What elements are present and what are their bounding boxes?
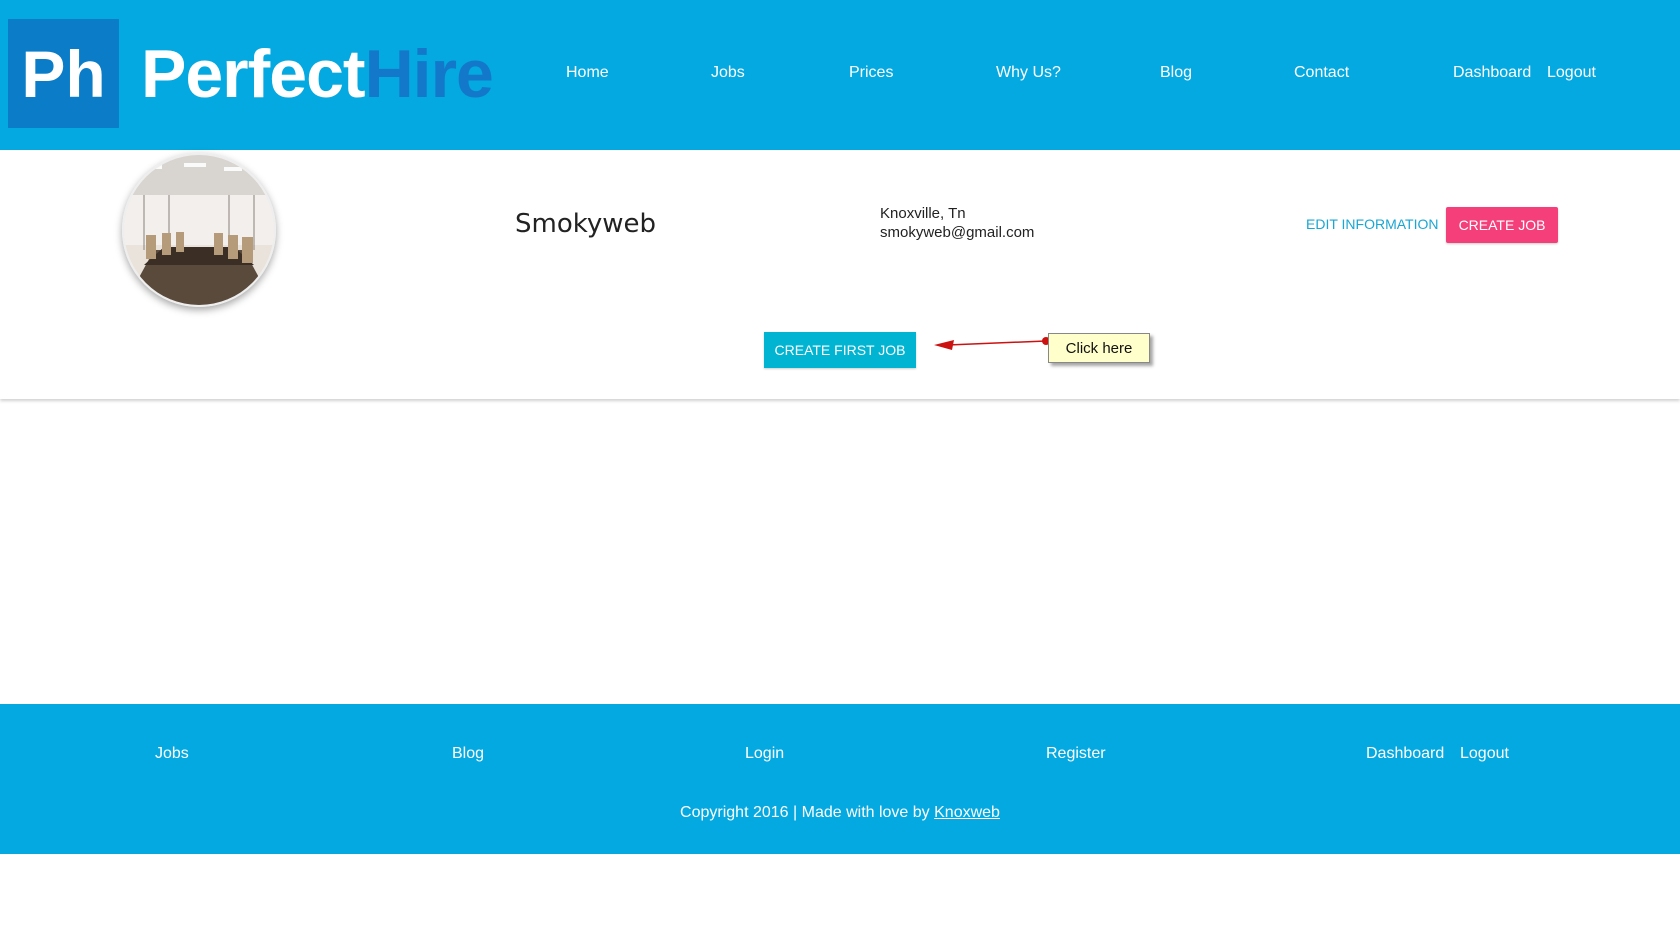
annotation-arrow-icon — [934, 337, 1050, 350]
nav-dashboard[interactable]: Dashboard — [1453, 64, 1531, 82]
logo-wordmark: PerfectHire — [141, 40, 494, 108]
footer-dashboard-link[interactable]: Dashboard — [1366, 745, 1444, 763]
footer-logout-link[interactable]: Logout — [1460, 745, 1509, 763]
nav-contact[interactable]: Contact — [1294, 64, 1349, 82]
logo-mark: Ph — [8, 19, 119, 128]
company-avatar — [122, 153, 276, 307]
create-job-button[interactable]: CREATE JOB — [1446, 207, 1558, 243]
company-location: Knoxville, Tn — [880, 205, 966, 222]
footer-login-link[interactable]: Login — [745, 745, 784, 763]
company-email: smokyweb@gmail.com — [880, 224, 1035, 241]
logo-hire-text: Hire — [364, 35, 494, 112]
site-footer: Jobs Blog Login Register Dashboard Logou… — [0, 704, 1680, 854]
site-logo[interactable]: Ph PerfectHire — [8, 19, 494, 128]
nav-home[interactable]: Home — [566, 64, 609, 82]
edit-information-link[interactable]: EDIT INFORMATION — [1306, 216, 1438, 232]
nav-logout[interactable]: Logout — [1547, 64, 1596, 82]
nav-prices[interactable]: Prices — [849, 64, 893, 82]
footer-register-link[interactable]: Register — [1046, 745, 1106, 763]
create-first-job-button[interactable]: CREATE FIRST JOB — [764, 332, 916, 368]
nav-blog[interactable]: Blog — [1160, 64, 1192, 82]
nav-jobs[interactable]: Jobs — [711, 64, 745, 82]
logo-perfect-text: Perfect — [141, 35, 366, 112]
nav-why-us[interactable]: Why Us? — [996, 64, 1061, 82]
footer-blog-link[interactable]: Blog — [452, 745, 484, 763]
click-here-callout: Click here — [1048, 333, 1150, 363]
copyright-text: Copyright 2016 | Made with love by — [680, 804, 935, 821]
copyright: Copyright 2016 | Made with love by Knoxw… — [0, 804, 1680, 822]
site-header: Ph PerfectHire Home Jobs Prices Why Us? … — [0, 0, 1680, 150]
company-name: Smokyweb — [515, 209, 657, 239]
footer-jobs-link[interactable]: Jobs — [155, 745, 189, 763]
profile-card: Smokyweb Knoxville, Tn smokyweb@gmail.co… — [0, 150, 1680, 399]
conference-room-image — [124, 155, 274, 305]
knoxweb-link[interactable]: Knoxweb — [934, 804, 1000, 821]
